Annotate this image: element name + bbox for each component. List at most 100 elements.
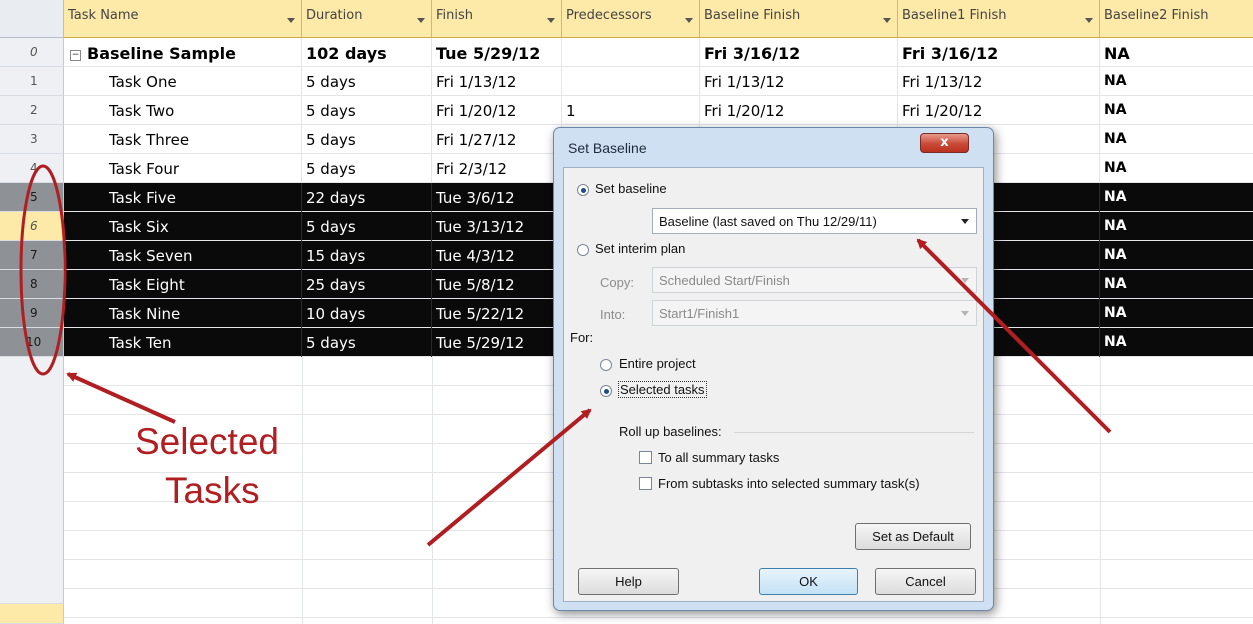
col-header-task-name[interactable]: Task Name	[64, 0, 302, 38]
cell-finish[interactable]: Tue 3/13/12	[432, 212, 562, 241]
cell-name[interactable]: Task Three	[64, 125, 302, 154]
to-all-summary-label[interactable]: To all summary tasks	[658, 450, 779, 465]
chevron-down-icon[interactable]	[883, 18, 891, 23]
summary-task-row[interactable]: − Baseline Sample 102 days Tue 5/29/12 Fri 3…	[64, 38, 1253, 67]
cell-duration[interactable]: 5 days	[302, 212, 432, 241]
cancel-button[interactable]: Cancel	[875, 568, 976, 595]
cell-b2finish[interactable]: NA	[1100, 299, 1253, 328]
cell-name[interactable]: Task Four	[64, 154, 302, 183]
cell-name[interactable]: Task Six	[64, 212, 302, 241]
cell-b2finish[interactable]: NA	[1100, 67, 1253, 96]
col-header-baseline1-finish[interactable]: Baseline1 Finish	[898, 0, 1100, 38]
table-row[interactable]: Task One 5 days Fri 1/13/12 Fri 1/13/12 Fri …	[64, 67, 1253, 96]
cell-name[interactable]: Task Eight	[64, 270, 302, 299]
col-header-predecessors[interactable]: Predecessors	[562, 0, 700, 38]
cell-finish[interactable]: Fri 1/13/12	[432, 67, 562, 96]
cell-duration[interactable]: 5 days	[302, 125, 432, 154]
cell-pred[interactable]: 1	[562, 96, 700, 125]
set-interim-label[interactable]: Set interim plan	[595, 241, 685, 256]
cell-duration[interactable]: 102 days	[302, 38, 432, 67]
row-header[interactable]: 1	[0, 67, 64, 96]
cell-pred[interactable]	[562, 38, 700, 67]
row-header[interactable]: 7	[0, 241, 64, 270]
set-as-default-button[interactable]: Set as Default	[855, 523, 971, 550]
collapse-icon[interactable]: −	[70, 50, 81, 61]
row-header[interactable]: 5	[0, 183, 64, 212]
cell-name[interactable]: − Baseline Sample	[64, 38, 302, 67]
col-header-baseline2-finish[interactable]: Baseline2 Finish	[1100, 0, 1253, 38]
col-header-duration[interactable]: Duration	[302, 0, 432, 38]
row-header[interactable]: 0	[0, 38, 64, 67]
cell-name[interactable]: Task Seven	[64, 241, 302, 270]
cell-duration[interactable]: 22 days	[302, 183, 432, 212]
cell-finish[interactable]: Fri 1/27/12	[432, 125, 562, 154]
cell-b2finish[interactable]: NA	[1100, 154, 1253, 183]
ok-button[interactable]: OK	[759, 568, 858, 595]
cell-duration[interactable]: 5 days	[302, 328, 432, 357]
row-header[interactable]: 4	[0, 154, 64, 183]
cell-b2finish[interactable]: NA	[1100, 212, 1253, 241]
row-header[interactable]: 8	[0, 270, 64, 299]
cell-b2finish[interactable]: NA	[1100, 38, 1253, 67]
set-baseline-radio[interactable]	[577, 184, 589, 196]
row-header[interactable]: 10	[0, 328, 64, 357]
table-row[interactable]: Task Two 5 days Fri 1/20/12 1 Fri 1/20/12 Fri…	[64, 96, 1253, 125]
cell-duration[interactable]: 5 days	[302, 154, 432, 183]
chevron-down-icon[interactable]	[961, 219, 969, 224]
cell-b1finish[interactable]: Fri 3/16/12	[898, 38, 1100, 67]
from-subtasks-label[interactable]: From subtasks into selected summary task…	[658, 476, 920, 491]
cell-name[interactable]: Task Nine	[64, 299, 302, 328]
cell-b2finish[interactable]: NA	[1100, 270, 1253, 299]
cell-name[interactable]: Task Two	[64, 96, 302, 125]
cell-pred[interactable]	[562, 67, 700, 96]
cell-b2finish[interactable]: NA	[1100, 328, 1253, 357]
chevron-down-icon[interactable]	[417, 18, 425, 23]
chevron-down-icon[interactable]	[547, 18, 555, 23]
entire-project-label[interactable]: Entire project	[619, 356, 696, 371]
cell-b2finish[interactable]: NA	[1100, 96, 1253, 125]
cell-finish[interactable]: Tue 4/3/12	[432, 241, 562, 270]
row-header[interactable]: 6	[0, 212, 64, 241]
col-header-baseline-finish[interactable]: Baseline Finish	[700, 0, 898, 38]
cell-b2finish[interactable]: NA	[1100, 125, 1253, 154]
baseline-select[interactable]: Baseline (last saved on Thu 12/29/11)	[652, 208, 977, 234]
cell-b1finish[interactable]: Fri 1/13/12	[898, 67, 1100, 96]
cell-name[interactable]: Task Five	[64, 183, 302, 212]
set-baseline-label[interactable]: Set baseline	[595, 181, 667, 196]
from-subtasks-checkbox[interactable]	[639, 477, 652, 490]
row-header[interactable]: 2	[0, 96, 64, 125]
cell-finish[interactable]: Tue 5/8/12	[432, 270, 562, 299]
cell-duration[interactable]: 10 days	[302, 299, 432, 328]
col-header-finish[interactable]: Finish	[432, 0, 562, 38]
cell-bfinish[interactable]: Fri 1/20/12	[700, 96, 898, 125]
cell-b2finish[interactable]: NA	[1100, 241, 1253, 270]
cell-finish[interactable]: Fri 2/3/12	[432, 154, 562, 183]
row-header[interactable]: 3	[0, 125, 64, 154]
cell-name[interactable]: Task Ten	[64, 328, 302, 357]
cell-bfinish[interactable]: Fri 3/16/12	[700, 38, 898, 67]
set-interim-radio[interactable]	[577, 244, 589, 256]
cell-b1finish[interactable]: Fri 1/20/12	[898, 96, 1100, 125]
entire-project-radio[interactable]	[600, 359, 612, 371]
cell-duration[interactable]: 15 days	[302, 241, 432, 270]
cell-finish[interactable]: Tue 3/6/12	[432, 183, 562, 212]
chevron-down-icon[interactable]	[1085, 18, 1093, 23]
cell-duration[interactable]: 25 days	[302, 270, 432, 299]
cell-bfinish[interactable]: Fri 1/13/12	[700, 67, 898, 96]
chevron-down-icon[interactable]	[287, 18, 295, 23]
cell-finish[interactable]: Fri 1/20/12	[432, 96, 562, 125]
selected-tasks-radio[interactable]	[600, 385, 612, 397]
select-all-corner[interactable]	[0, 0, 64, 38]
cell-b2finish[interactable]: NA	[1100, 183, 1253, 212]
cell-finish[interactable]: Tue 5/29/12	[432, 328, 562, 357]
help-button[interactable]: Help	[578, 568, 679, 595]
cell-finish[interactable]: Tue 5/22/12	[432, 299, 562, 328]
cell-duration[interactable]: 5 days	[302, 67, 432, 96]
selected-tasks-label[interactable]: Selected tasks	[618, 381, 707, 398]
close-icon[interactable]: x	[920, 133, 969, 153]
to-all-summary-checkbox[interactable]	[639, 451, 652, 464]
cell-duration[interactable]: 5 days	[302, 96, 432, 125]
row-header[interactable]: 9	[0, 299, 64, 328]
cell-finish[interactable]: Tue 5/29/12	[432, 38, 562, 67]
chevron-down-icon[interactable]	[685, 18, 693, 23]
